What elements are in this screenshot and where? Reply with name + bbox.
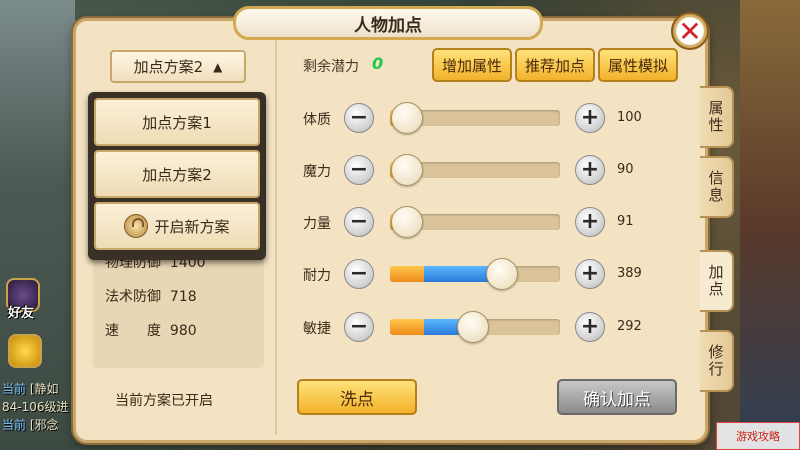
minus-icon[interactable]: − <box>344 312 374 342</box>
friends-label: 好友 <box>8 306 35 321</box>
chat-bubble-icon[interactable] <box>8 334 42 368</box>
tab-attributes[interactable]: 属性 <box>700 86 734 148</box>
slider-knob[interactable] <box>391 206 423 238</box>
chevron-up-icon: ▲ <box>213 59 223 74</box>
panel-title: 人物加点 <box>233 6 543 40</box>
plus-icon[interactable]: + <box>575 312 605 342</box>
attribute-label: 魔力 <box>303 164 331 180</box>
add-attribute-button[interactable]: 增加属性 <box>432 48 512 82</box>
plus-icon[interactable]: + <box>575 155 605 185</box>
stat-row: 法术防御 718 <box>105 289 197 305</box>
lock-icon <box>124 214 149 238</box>
slider-knob[interactable] <box>486 258 519 290</box>
attribute-value: 100 <box>617 110 642 125</box>
potential-label: 剩余潜力 <box>303 59 359 75</box>
minus-icon[interactable]: − <box>344 259 374 289</box>
scheme-select-label: 加点方案2 <box>133 58 204 76</box>
minus-icon[interactable]: − <box>344 155 374 185</box>
minus-icon[interactable]: − <box>344 207 374 237</box>
open-new-scheme-label: 开启新方案 <box>154 217 230 236</box>
wash-points-button[interactable]: 洗点 <box>297 379 417 415</box>
simulate-attribute-button[interactable]: 属性模拟 <box>598 48 678 82</box>
attribute-value: 90 <box>617 162 634 177</box>
attribute-label: 敏捷 <box>303 321 331 337</box>
attribute-value: 91 <box>617 214 634 229</box>
column-divider <box>275 40 277 435</box>
attribute-label: 体质 <box>303 112 331 128</box>
scheme-option-2[interactable]: 加点方案2 <box>94 150 260 198</box>
attribute-label: 耐力 <box>303 268 331 284</box>
current-scheme-status: 当前方案已开启 <box>115 393 213 409</box>
watermark-logo: 游戏攻略 <box>716 422 800 450</box>
tab-info[interactable]: 信息 <box>700 156 734 218</box>
scene-right <box>740 0 800 450</box>
recommend-points-button[interactable]: 推荐加点 <box>515 48 595 82</box>
attribute-value: 389 <box>617 266 642 281</box>
chat-line: 84-106级进 <box>2 400 69 414</box>
plus-icon[interactable]: + <box>575 103 605 133</box>
potential-value: 0 <box>372 54 384 73</box>
scheme-select[interactable]: 加点方案2 ▲ <box>110 50 246 83</box>
tab-cultivation[interactable]: 修行 <box>700 330 734 392</box>
chat-line: 当前 [静如 <box>2 382 59 396</box>
scheme-dropdown: 加点方案1 加点方案2 开启新方案 <box>88 92 266 260</box>
slider-knob[interactable] <box>391 154 423 186</box>
chat-line: 当前 [邪念 <box>2 418 59 432</box>
base-fill <box>390 319 424 335</box>
plus-icon[interactable]: + <box>575 259 605 289</box>
base-fill <box>390 266 424 282</box>
open-new-scheme-button[interactable]: 开启新方案 <box>94 202 260 250</box>
attribute-label: 力量 <box>303 216 331 232</box>
close-icon[interactable]: ✕ <box>671 12 709 50</box>
scheme-option-1[interactable]: 加点方案1 <box>94 98 260 146</box>
plus-icon[interactable]: + <box>575 207 605 237</box>
confirm-points-button[interactable]: 确认加点 <box>557 379 677 415</box>
minus-icon[interactable]: − <box>344 103 374 133</box>
attribute-value: 292 <box>617 319 642 334</box>
tab-add-points[interactable]: 加点 <box>700 250 734 312</box>
stat-row: 速 度 980 <box>105 323 197 339</box>
slider-knob[interactable] <box>391 102 423 134</box>
attribute-slider[interactable] <box>390 266 560 282</box>
